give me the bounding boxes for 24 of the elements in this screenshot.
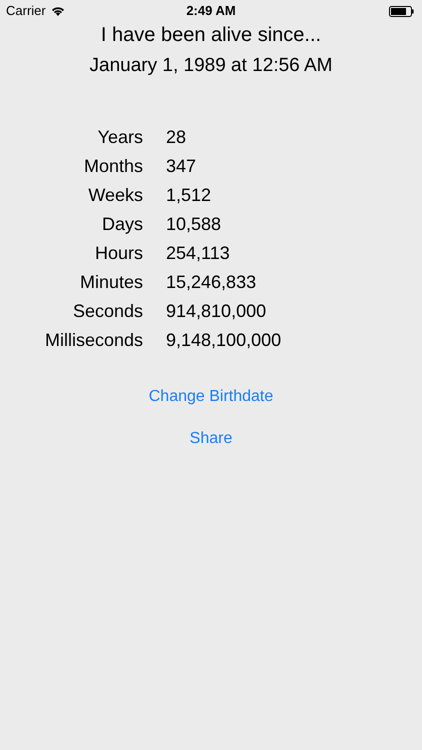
heading: I have been alive since...	[100, 23, 322, 47]
share-button[interactable]: Share	[190, 427, 232, 451]
stat-label: Months	[82, 155, 143, 178]
stat-value: 254,113	[166, 242, 231, 265]
stat-value: 9,148,100,000	[166, 329, 282, 352]
battery-icon	[389, 6, 414, 16]
stat-value: 28	[166, 126, 188, 149]
birthdate: January 1, 1989 at 12:56 AM	[88, 54, 334, 78]
stat-value: 1,512	[166, 184, 212, 207]
change-birthdate-button[interactable]: Change Birthdate	[148, 385, 274, 409]
stat-value: 10,588	[166, 213, 222, 236]
stat-label: Years	[96, 126, 143, 149]
carrier-label: Carrier	[6, 2, 46, 20]
stat-label: Days	[100, 213, 143, 236]
stat-label: Weeks	[87, 184, 143, 207]
stat-value: 15,246,833	[166, 271, 258, 294]
stat-value: 347	[166, 155, 198, 178]
status-time: 2:49 AM	[186, 2, 236, 20]
stat-value: 914,810,000	[166, 300, 268, 323]
stat-label: Milliseconds	[44, 329, 143, 352]
stat-label: Seconds	[72, 300, 143, 323]
stat-label: Hours	[94, 242, 143, 265]
wifi-icon	[50, 6, 65, 16]
stat-label: Minutes	[78, 271, 143, 294]
